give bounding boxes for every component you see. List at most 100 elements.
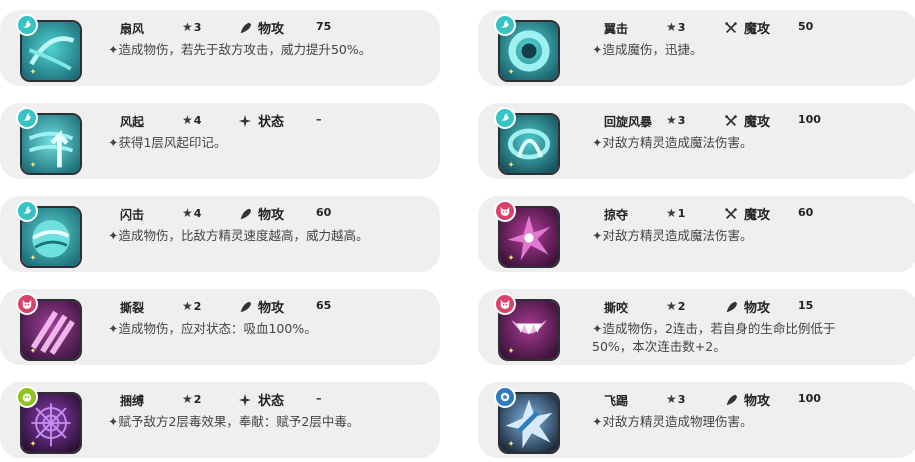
svg-text:✦: ✦ [29,345,36,355]
magic-category-icon [724,21,744,35]
skill-card[interactable]: ✦ 撕裂 ★2 物攻 65 ✦造成物伤，应对状态：吸血100%。 [0,289,440,365]
star-icon: ★ [666,392,677,406]
skill-category: 物攻 [724,297,770,316]
skill-category: 魔攻 [724,111,770,130]
star-cost-value: 3 [677,393,686,406]
star-cost: ★3 [182,20,201,34]
svg-text:✦: ✦ [29,252,36,262]
physical-category-icon [238,207,258,221]
skill-power: 65 [316,299,332,312]
skill-category-label: 魔攻 [744,22,771,37]
skill-name: 扇风 [120,22,145,36]
skill-category-label: 状态 [258,115,285,130]
svg-text:✦: ✦ [507,66,514,76]
skill-card[interactable]: ✦ 扇风 ★3 物攻 75 ✦造成物伤，若先于敌方攻击，威力提升50%。 [0,10,440,86]
star-cost-value: 2 [677,300,686,313]
skill-power: 75 [316,20,332,33]
skill-card[interactable]: ✦ 闪击 ★4 物攻 60 ✦造成物伤，比敌方精灵速度越高，威力越高。 [0,196,440,272]
skill-name: 撕裂 [120,301,145,315]
skill-category: 物攻 [724,390,770,409]
skill-name: 风起 [120,115,145,129]
star-cost: ★4 [182,113,201,127]
svg-text:✦: ✦ [29,438,36,448]
skill-card[interactable]: ✦ 飞踢 ★3 物攻 100 ✦对敌方精灵造成物理伤害。 [478,382,915,458]
skill-name: 捆缚 [120,394,145,408]
skill-category: 物攻 [238,18,284,37]
magic-category-icon [724,114,744,128]
skill-power: 60 [798,206,814,219]
skill-description: ✦造成物伤，若先于敌方攻击，威力提升50%。 [108,42,372,57]
wind-element-icon [16,107,38,129]
skill-description: ✦造成物伤，应对状态：吸血100%。 [108,321,317,336]
svg-text:✦: ✦ [29,159,36,169]
physical-category-icon [238,300,258,314]
skill-category: 状态 [238,390,284,409]
skill-name: 撕咬 [604,301,629,315]
star-icon: ★ [666,20,677,34]
status-category-icon [238,114,258,128]
star-icon: ★ [666,206,677,220]
skill-card[interactable]: ✦ 回旋风暴 ★3 魔攻 100 ✦对敌方精灵造成魔法伤害。 [478,103,915,179]
skill-card[interactable]: ✦ 风起 ★4 状态 – ✦获得1层风起印记。 [0,103,440,179]
star-cost-value: 3 [677,114,686,127]
svg-text:✦: ✦ [507,159,514,169]
demon-element-icon [494,200,516,222]
demon-element-icon [494,293,516,315]
skill-card[interactable]: ✦ 撕咬 ★2 物攻 15 ✦造成物伤，2连击，若自身的生命比例低于50%，本次连击数+2… [478,289,915,365]
wind-element-icon [494,107,516,129]
star-icon: ★ [182,206,193,220]
star-cost-value: 4 [193,114,202,127]
skill-power: 50 [798,20,814,33]
skill-name: 掠夺 [604,208,629,222]
demon-element-icon [16,293,38,315]
wind-element-icon [494,14,516,36]
skill-category-label: 物攻 [744,394,771,409]
skill-description: ✦造成魔伤，迅捷。 [592,42,703,57]
physical-category-icon [238,21,258,35]
skill-description: ✦造成物伤，2连击，若自身的生命比例低于50%，本次连击数+2。 [592,321,836,354]
star-cost: ★1 [666,206,685,220]
svg-text:✦: ✦ [507,438,514,448]
star-icon: ★ [182,113,193,127]
skill-name: 闪击 [120,208,145,222]
wind-element-icon [16,200,38,222]
skill-card[interactable]: ✦ 捆缚 ★2 状态 – ✦赋予敌方2层毒效果，奉献：赋予2层中毒。 [0,382,440,458]
star-cost-value: 2 [193,300,202,313]
skill-name: 回旋风暴 [604,115,653,129]
svg-text:✦: ✦ [507,345,514,355]
skill-power: – [316,113,322,126]
skill-card[interactable]: ✦ 翼击 ★3 魔攻 50 ✦造成魔伤，迅捷。 [478,10,915,86]
star-cost-value: 1 [677,207,686,220]
star-cost-value: 2 [193,393,202,406]
skill-category: 魔攻 [724,204,770,223]
magic-category-icon [724,207,744,221]
skill-description: ✦对敌方精灵造成物理伤害。 [592,414,753,429]
star-icon: ★ [666,299,677,313]
skill-category-label: 物攻 [258,22,285,37]
skill-category-label: 魔攻 [744,208,771,223]
skill-name: 飞踢 [604,394,629,408]
star-icon: ★ [182,299,193,313]
physical-category-icon [724,393,744,407]
star-cost-value: 4 [193,207,202,220]
star-cost: ★2 [182,299,201,313]
star-cost-value: 3 [193,21,202,34]
skill-name: 翼击 [604,22,629,36]
star-cost: ★3 [666,20,685,34]
skill-category: 状态 [238,111,284,130]
skill-category: 魔攻 [724,18,770,37]
skill-description: ✦获得1层风起印记。 [108,135,227,150]
normal-element-icon [494,386,516,408]
skill-card[interactable]: ✦ 掠夺 ★1 魔攻 60 ✦对敌方精灵造成魔法伤害。 [478,196,915,272]
star-icon: ★ [182,20,193,34]
skill-category-label: 物攻 [258,301,285,316]
star-cost: ★3 [666,392,685,406]
skill-description: ✦造成物伤，比敌方精灵速度越高，威力越高。 [108,228,369,243]
star-cost: ★2 [182,392,201,406]
skill-description: ✦对敌方精灵造成魔法伤害。 [592,135,753,150]
svg-text:✦: ✦ [29,66,36,76]
svg-text:✦: ✦ [507,252,514,262]
skill-category-label: 状态 [258,394,285,409]
star-cost: ★4 [182,206,201,220]
skill-power: – [316,392,322,405]
